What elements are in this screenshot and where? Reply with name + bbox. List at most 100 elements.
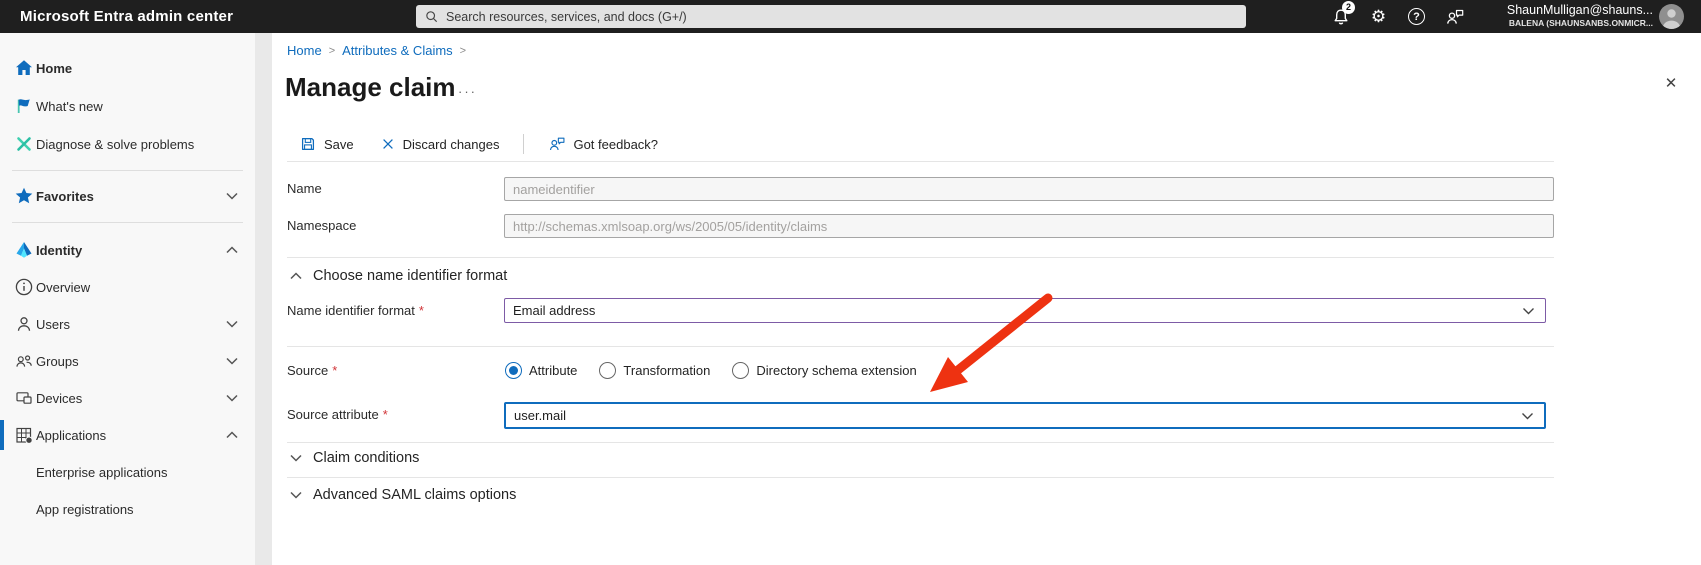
radio-transformation[interactable]: Transformation <box>599 362 710 379</box>
chevron-up-icon <box>290 272 302 280</box>
divider <box>287 257 1554 258</box>
sidebar-divider <box>12 170 243 171</box>
user-name: ShaunMulligan@shauns... <box>1507 3 1653 18</box>
chevron-down-icon <box>226 357 238 365</box>
person-icon <box>14 314 34 334</box>
diagnose-tools-icon <box>14 134 34 154</box>
sidebar-item-favorites[interactable]: Favorites <box>0 181 255 211</box>
source-label: Source* <box>287 359 337 383</box>
command-bar: Save Discard changes Got feedback? <box>299 132 658 156</box>
divider <box>287 346 1554 347</box>
sidebar-item-overview[interactable]: Overview <box>0 272 255 302</box>
notification-count-badge[interactable]: 2 <box>1342 1 1355 14</box>
sidebar-item-users[interactable]: Users <box>0 309 255 339</box>
sidebar-item-enterprise-applications[interactable]: Enterprise applications <box>0 457 255 487</box>
source-attribute-label: Source attribute* <box>287 403 388 427</box>
sidebar-item-label: Overview <box>36 280 90 295</box>
feedback-person-icon <box>548 135 566 153</box>
star-icon <box>14 186 34 206</box>
avatar[interactable] <box>1659 4 1684 29</box>
name-identifier-format-label: Name identifier format* <box>287 299 424 323</box>
section-title: Claim conditions <box>313 450 419 466</box>
sidebar-item-diagnose[interactable]: Diagnose & solve problems <box>0 129 255 159</box>
chevron-down-icon <box>226 192 238 200</box>
sidebar-item-label: Devices <box>36 391 82 406</box>
help-icon[interactable]: ? <box>1406 6 1427 27</box>
chevron-down-icon <box>226 320 238 328</box>
sidebar-item-groups[interactable]: Groups <box>0 346 255 376</box>
settings-gear-icon[interactable]: ⚙ <box>1368 6 1389 27</box>
name-identifier-format-dropdown[interactable]: Email address <box>504 298 1546 323</box>
sidebar-scroll-gutter[interactable] <box>255 33 272 565</box>
sidebar-item-label: What's new <box>36 99 103 114</box>
section-title: Advanced SAML claims options <box>313 487 516 503</box>
sidebar-item-whats-new[interactable]: What's new <box>0 91 255 121</box>
chevron-down-icon <box>290 454 302 462</box>
radio-attribute[interactable]: Attribute <box>505 362 577 379</box>
radio-directory-schema-extension[interactable]: Directory schema extension <box>732 362 916 379</box>
global-search[interactable] <box>416 5 1246 28</box>
top-app-bar: Microsoft Entra admin center 2 ⚙ ? Shaun… <box>0 0 1701 33</box>
sidebar-item-label: Applications <box>36 428 106 443</box>
section-title: Choose name identifier format <box>313 268 507 284</box>
required-asterisk: * <box>383 407 388 422</box>
sidebar-item-label: Favorites <box>36 189 94 204</box>
identity-entra-icon <box>14 240 34 260</box>
command-bar-divider <box>523 134 524 154</box>
chevron-up-icon <box>226 246 238 254</box>
sidebar-item-devices[interactable]: Devices <box>0 383 255 413</box>
chevron-up-icon <box>226 431 238 439</box>
info-circle-icon <box>14 277 34 297</box>
namespace-input[interactable] <box>504 214 1554 238</box>
sidebar-item-label: Diagnose & solve problems <box>36 137 194 152</box>
title-overflow-menu[interactable]: ··· <box>458 84 477 99</box>
sidebar-item-label: Groups <box>36 354 79 369</box>
source-attribute-combobox[interactable]: user.mail <box>504 402 1546 429</box>
section-claim-conditions[interactable]: Claim conditions <box>290 446 419 470</box>
sidebar-item-home[interactable]: Home <box>0 53 255 83</box>
chevron-down-icon <box>290 491 302 499</box>
sidebar-item-label: Identity <box>36 243 82 258</box>
chevron-down-icon <box>1522 307 1535 315</box>
required-asterisk: * <box>332 363 337 378</box>
home-icon <box>14 58 34 78</box>
discard-changes-button[interactable]: Discard changes <box>380 136 500 152</box>
account-menu[interactable]: ShaunMulligan@shauns... BALENA (SHAUNSAN… <box>1507 3 1653 29</box>
sidebar-item-label: Enterprise applications <box>36 465 168 480</box>
left-nav-sidebar: Home What's new Diagnose & solve problem… <box>0 33 255 565</box>
app-title: Microsoft Entra admin center <box>20 0 233 33</box>
feedback-icon[interactable] <box>1444 6 1465 27</box>
breadcrumb-separator: > <box>460 45 466 57</box>
got-feedback-button[interactable]: Got feedback? <box>548 135 658 153</box>
divider <box>287 477 1554 478</box>
divider <box>287 161 1554 162</box>
search-input[interactable] <box>446 10 1238 24</box>
sidebar-item-applications[interactable]: Applications <box>0 420 255 450</box>
selected-indicator <box>0 420 4 450</box>
section-choose-name-identifier-format[interactable]: Choose name identifier format <box>290 264 507 288</box>
chevron-down-icon <box>1521 412 1534 420</box>
sidebar-item-identity[interactable]: Identity <box>0 235 255 265</box>
source-radio-group: Attribute Transformation Directory schem… <box>505 362 917 379</box>
section-advanced-saml-claims-options[interactable]: Advanced SAML claims options <box>290 483 516 507</box>
save-floppy-icon <box>299 135 317 153</box>
save-button[interactable]: Save <box>299 135 354 153</box>
dropdown-selected-value: Email address <box>505 303 1522 318</box>
breadcrumb: Home > Attributes & Claims > <box>287 43 466 58</box>
name-input[interactable] <box>504 177 1554 201</box>
whats-new-flag-icon <box>14 96 34 116</box>
save-label: Save <box>324 137 354 152</box>
breadcrumb-parent-link[interactable]: Attributes & Claims <box>342 43 453 58</box>
close-blade-button[interactable]: ✕ <box>1660 72 1682 94</box>
feedback-label: Got feedback? <box>573 137 658 152</box>
sidebar-item-app-registrations[interactable]: App registrations <box>0 494 255 524</box>
combobox-value: user.mail <box>506 408 1521 423</box>
applications-grid-icon <box>14 425 34 445</box>
namespace-field-label: Namespace <box>287 214 356 238</box>
radio-unselected-icon <box>732 362 749 379</box>
breadcrumb-separator: > <box>329 45 335 57</box>
search-icon <box>424 9 439 24</box>
breadcrumb-home-link[interactable]: Home <box>287 43 322 58</box>
divider <box>287 442 1554 443</box>
radio-unselected-icon <box>599 362 616 379</box>
